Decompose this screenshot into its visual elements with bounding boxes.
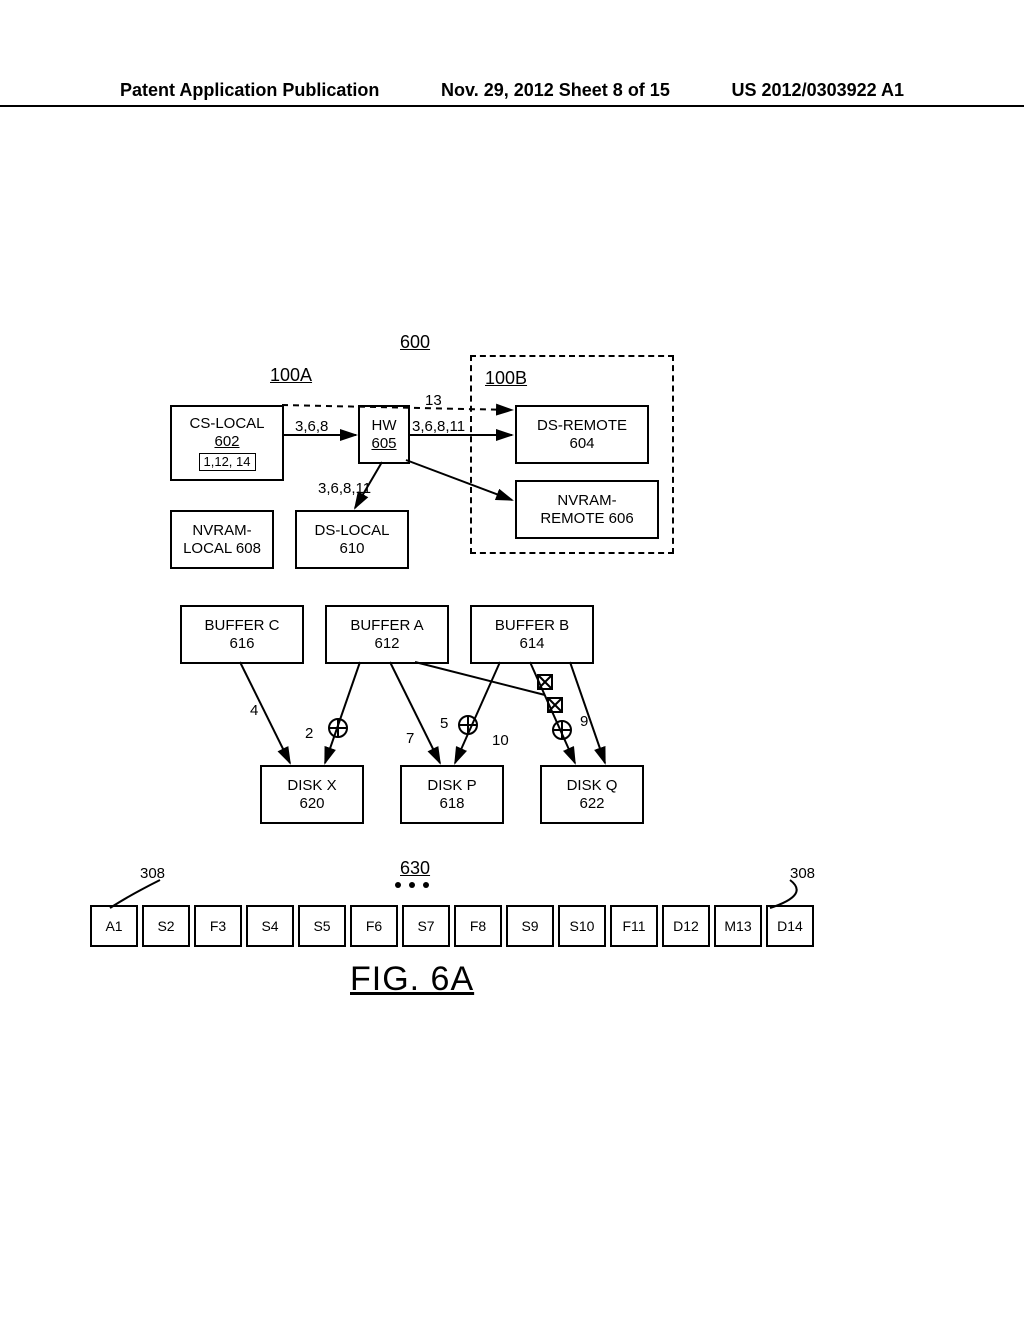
sequence-row: A1 S2 F3 S4 S5 F6 S7 F8 S9 S10 F11 D12 M… xyxy=(90,905,814,947)
seq-f8: F8 xyxy=(454,905,502,947)
figure-6a: 600 100A 100B CS-LOCAL 602 1,12, 14 HW 6… xyxy=(150,350,870,1050)
seq-a1: A1 xyxy=(90,905,138,947)
seq-s2: S2 xyxy=(142,905,190,947)
seq-s5: S5 xyxy=(298,905,346,947)
header-middle: Nov. 29, 2012 Sheet 8 of 15 xyxy=(441,80,670,101)
seq-m13: M13 xyxy=(714,905,762,947)
header-right: US 2012/0303922 A1 xyxy=(732,80,904,101)
seq-s10: S10 xyxy=(558,905,606,947)
seq-s4: S4 xyxy=(246,905,294,947)
arrows-buffers-disks xyxy=(150,350,870,850)
seq-s7: S7 xyxy=(402,905,450,947)
seq-d12: D12 xyxy=(662,905,710,947)
page: Patent Application Publication Nov. 29, … xyxy=(0,0,1024,1320)
seq-f3: F3 xyxy=(194,905,242,947)
header-left: Patent Application Publication xyxy=(120,80,379,101)
seq-f11: F11 xyxy=(610,905,658,947)
seq-s9: S9 xyxy=(506,905,554,947)
figure-title: FIG. 6A xyxy=(350,960,474,999)
seq-d14: D14 xyxy=(766,905,814,947)
page-header: Patent Application Publication Nov. 29, … xyxy=(0,80,1024,107)
seq-f6: F6 xyxy=(350,905,398,947)
